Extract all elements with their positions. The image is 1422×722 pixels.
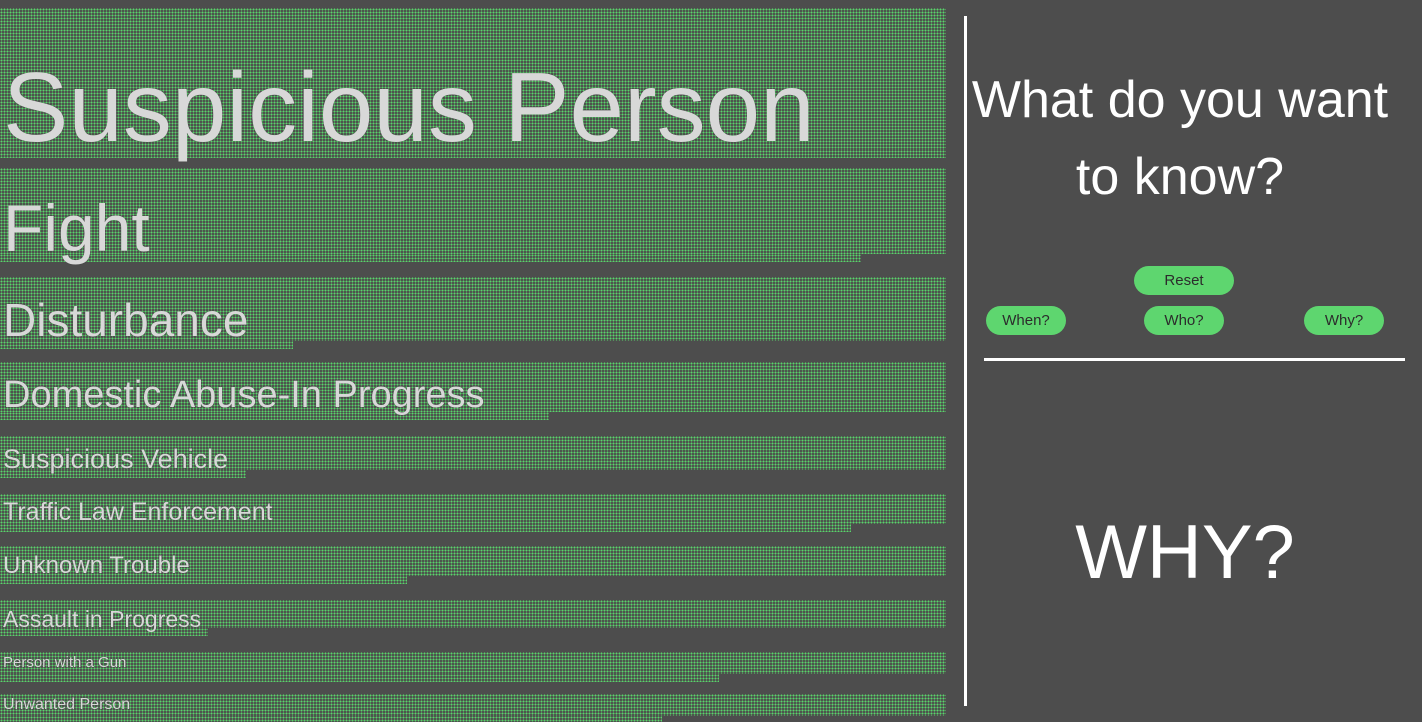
dot-fill <box>0 652 946 674</box>
app-root: Suspicious Person Fight Disturbance Dome… <box>0 0 1422 722</box>
why-button[interactable]: Why? <box>1304 306 1384 335</box>
who-button[interactable]: Who? <box>1144 306 1224 335</box>
category-label: Domestic Abuse-In Progress <box>3 374 485 416</box>
category-label: Unwanted Person <box>3 696 131 713</box>
category-label: Person with a Gun <box>3 654 127 671</box>
category-label: Assault in Progress <box>3 606 202 632</box>
category-label: Traffic Law Enforcement <box>3 498 273 526</box>
when-button[interactable]: When? <box>986 306 1066 335</box>
control-panel: What do you want to know? Reset When? Wh… <box>970 0 1422 722</box>
dot-fill-level <box>0 716 662 722</box>
category-label: Unknown Trouble <box>3 552 190 579</box>
category-label: Disturbance <box>3 294 249 346</box>
dot-fill <box>0 694 946 716</box>
category-label: Suspicious Vehicle <box>3 444 229 474</box>
answer-display: WHY? <box>1075 510 1295 595</box>
category-label: Suspicious Person <box>3 52 815 162</box>
category-label: Fight <box>3 191 150 265</box>
category-chart: Suspicious Person Fight Disturbance Dome… <box>0 0 960 722</box>
horizontal-divider <box>984 358 1405 361</box>
dot-fill-level <box>0 674 719 682</box>
vertical-divider <box>964 16 967 706</box>
reset-button[interactable]: Reset <box>1134 266 1234 295</box>
question-heading: What do you want to know? <box>971 71 1389 206</box>
